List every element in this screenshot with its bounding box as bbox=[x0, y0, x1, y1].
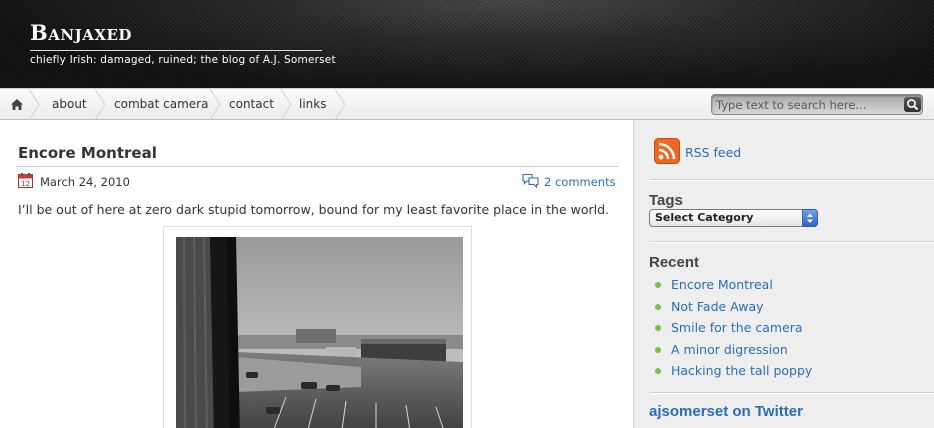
recent-heading: Recent bbox=[649, 254, 700, 271]
search-input[interactable] bbox=[716, 96, 901, 114]
nav-item-about[interactable]: about bbox=[52, 89, 87, 120]
nav-item-contact[interactable]: contact bbox=[229, 89, 274, 120]
calendar-icon: 12 bbox=[18, 173, 33, 188]
title-divider bbox=[30, 50, 322, 51]
bullet-icon bbox=[655, 304, 661, 310]
nav-item-combat-camera[interactable]: combat camera bbox=[114, 89, 208, 120]
post-title[interactable]: Encore Montreal bbox=[18, 144, 157, 162]
svg-text:12: 12 bbox=[21, 180, 30, 188]
window-view-image bbox=[176, 237, 463, 428]
main-nav: about combat camera contact links bbox=[0, 88, 934, 120]
tags-heading: Tags bbox=[649, 192, 683, 209]
nav-separator bbox=[334, 89, 346, 120]
comments-link[interactable]: 2 comments bbox=[544, 175, 616, 189]
post-body: I’ll be out of here at zero dark stupid … bbox=[18, 202, 610, 217]
speech-bubble-icon bbox=[522, 173, 539, 188]
rss-feed-link[interactable]: RSS feed bbox=[685, 145, 741, 160]
sidebar-divider-highlight bbox=[650, 242, 934, 243]
post-date: March 24, 2010 bbox=[40, 175, 130, 189]
post-photo[interactable] bbox=[176, 237, 463, 428]
recent-post-link[interactable]: Encore Montreal bbox=[671, 277, 773, 292]
recent-post-link[interactable]: Hacking the tall poppy bbox=[671, 363, 812, 378]
sidebar: RSS feed Tags Select Category Recent Enc… bbox=[633, 120, 934, 428]
post-title-divider bbox=[16, 166, 618, 167]
recent-post-link[interactable]: A minor digression bbox=[671, 342, 788, 357]
search-box bbox=[711, 94, 923, 115]
site-header: Banjaxed chiefly Irish: damaged, ruined;… bbox=[0, 0, 934, 88]
bullet-icon bbox=[655, 368, 661, 374]
nav-separator bbox=[209, 89, 221, 120]
recent-post-link[interactable]: Not Fade Away bbox=[671, 299, 764, 314]
nav-separator bbox=[94, 89, 106, 120]
category-select[interactable]: Select Category bbox=[649, 209, 818, 227]
recent-post-link[interactable]: Smile for the camera bbox=[671, 320, 803, 335]
select-arrows-icon bbox=[802, 209, 818, 227]
site-description: chiefly Irish: damaged, ruined; the blog… bbox=[30, 54, 336, 66]
post-photo-frame bbox=[163, 226, 472, 428]
home-icon bbox=[11, 99, 23, 110]
magnifier-icon bbox=[907, 99, 918, 110]
site-title[interactable]: Banjaxed bbox=[30, 20, 132, 45]
rss-icon[interactable] bbox=[654, 138, 680, 164]
twitter-heading[interactable]: ajsomerset on Twitter bbox=[649, 403, 803, 420]
bullet-icon bbox=[655, 282, 661, 288]
nav-item-links[interactable]: links bbox=[299, 89, 326, 120]
sidebar-divider-highlight bbox=[650, 180, 934, 181]
nav-home[interactable] bbox=[0, 89, 28, 120]
category-select-label: Select Category bbox=[655, 211, 754, 224]
bullet-icon bbox=[655, 325, 661, 331]
search-button[interactable] bbox=[904, 97, 921, 112]
bullet-icon bbox=[655, 347, 661, 353]
nav-separator bbox=[280, 89, 292, 120]
sidebar-divider-highlight bbox=[650, 393, 934, 394]
nav-separator bbox=[28, 89, 40, 120]
